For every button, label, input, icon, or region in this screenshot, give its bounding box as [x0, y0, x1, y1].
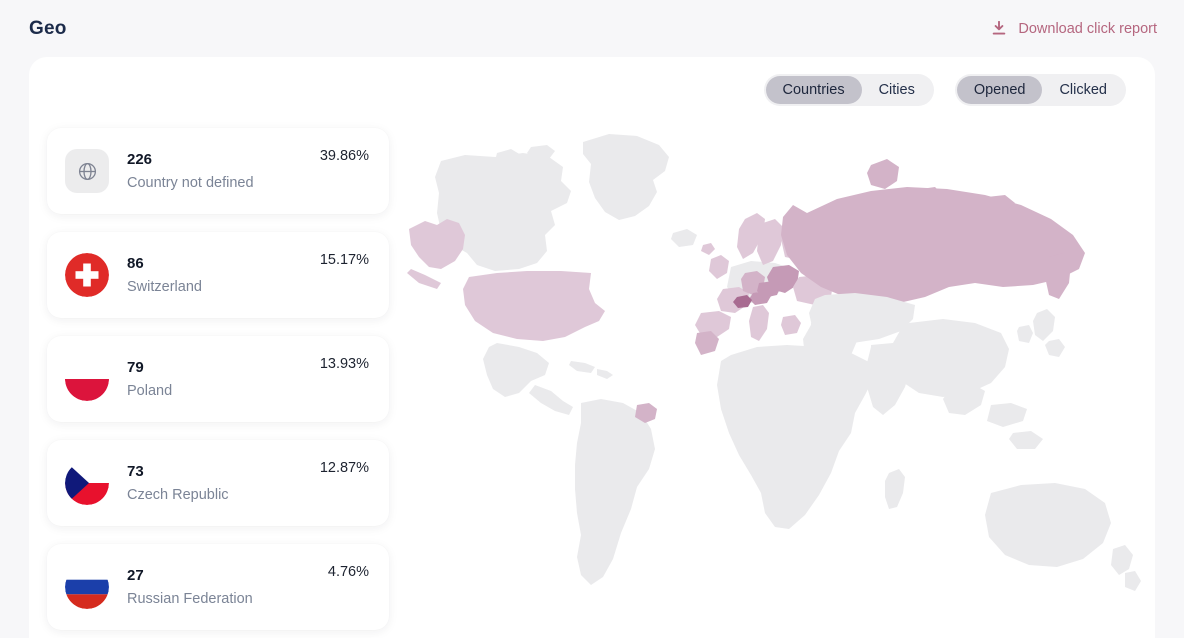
region-southeast-asia	[943, 383, 1043, 449]
metric-segmented-control: Opened Clicked	[954, 74, 1126, 106]
country-new-zealand	[1111, 545, 1141, 591]
tab-opened[interactable]: Opened	[956, 76, 1043, 104]
country-list: 226 Country not defined 39.86% 86 Switze…	[47, 128, 389, 638]
tab-cities[interactable]: Cities	[862, 76, 932, 104]
page-title: Geo	[29, 17, 67, 39]
list-item-count: 27	[127, 566, 144, 584]
list-item-percent: 13.93%	[319, 356, 369, 372]
geo-card: Countries Cities Opened Clicked 226 Coun…	[29, 57, 1155, 638]
list-item-name: Russian Federation	[127, 590, 253, 607]
map-base-layer	[407, 134, 1141, 591]
list-item-percent: 4.76%	[327, 564, 369, 580]
list-item-name: Country not defined	[127, 174, 254, 191]
country-kamchatka	[1045, 253, 1071, 299]
list-item-percent: 15.17%	[319, 252, 369, 268]
country-china	[893, 319, 1009, 397]
list-item-text: 79 Poland	[127, 359, 320, 400]
list-item-name: Poland	[127, 382, 173, 399]
country-greenland	[583, 134, 669, 220]
list-item-text: 226 Country not defined	[127, 151, 320, 192]
list-item[interactable]: 79 Poland 13.93%	[47, 336, 389, 422]
country-central-america	[529, 385, 573, 415]
country-japan	[1033, 309, 1065, 357]
country-greece	[781, 315, 801, 335]
list-item-count: 86	[127, 254, 144, 272]
country-australia	[985, 483, 1111, 567]
country-india	[867, 343, 911, 415]
flag-slot	[65, 461, 109, 505]
country-iceland	[671, 229, 697, 247]
flag-slot	[65, 357, 109, 401]
download-icon	[992, 20, 1006, 36]
country-russian-federation	[781, 187, 1085, 303]
geo-dashboard: Geo Download click report Countries Citi…	[0, 0, 1184, 638]
list-item[interactable]: 226 Country not defined 39.86%	[47, 128, 389, 214]
list-item-text: 86 Switzerland	[127, 255, 320, 296]
country-alaska	[407, 219, 465, 289]
list-item-text: 27 Russian Federation	[127, 567, 328, 608]
continent-africa	[717, 345, 873, 529]
flag-slot	[65, 565, 109, 609]
country-madagascar	[885, 469, 905, 509]
country-united-kingdom	[701, 243, 729, 279]
list-item-name: Switzerland	[127, 278, 202, 295]
list-item-text: 73 Czech Republic	[127, 463, 320, 504]
page-header: Geo Download click report	[0, 0, 1184, 57]
list-item-name: Czech Republic	[127, 486, 229, 503]
list-item-percent: 39.86%	[319, 148, 369, 164]
world-map[interactable]	[401, 117, 1155, 638]
list-item-count: 226	[127, 150, 153, 168]
region-caribbean	[569, 361, 613, 379]
country-korea	[1017, 325, 1033, 343]
flag-slot	[65, 149, 109, 193]
list-item[interactable]: 27 Russian Federation 4.76%	[47, 544, 389, 630]
list-item-percent: 12.87%	[319, 460, 369, 476]
country-united-states	[463, 271, 605, 341]
globe-icon	[65, 149, 109, 193]
flag-czech-republic-icon	[65, 461, 109, 505]
flag-slot	[65, 253, 109, 297]
scope-segmented-control: Countries Cities	[763, 74, 934, 106]
flag-poland-icon	[65, 357, 109, 401]
flag-russian-federation-icon	[65, 565, 109, 609]
flag-switzerland-icon	[65, 253, 109, 297]
list-item-count: 73	[127, 462, 144, 480]
list-item[interactable]: 73 Czech Republic 12.87%	[47, 440, 389, 526]
download-click-report-link[interactable]: Download click report	[992, 21, 1157, 37]
continent-south-america	[575, 399, 655, 585]
list-item-count: 79	[127, 358, 144, 376]
download-link-label: Download click report	[1018, 20, 1157, 37]
tab-countries[interactable]: Countries	[765, 76, 862, 104]
tab-clicked[interactable]: Clicked	[1042, 76, 1124, 104]
country-italy	[749, 305, 769, 341]
toggle-controls: Countries Cities Opened Clicked	[763, 74, 1126, 106]
list-item[interactable]: 86 Switzerland 15.17%	[47, 232, 389, 318]
